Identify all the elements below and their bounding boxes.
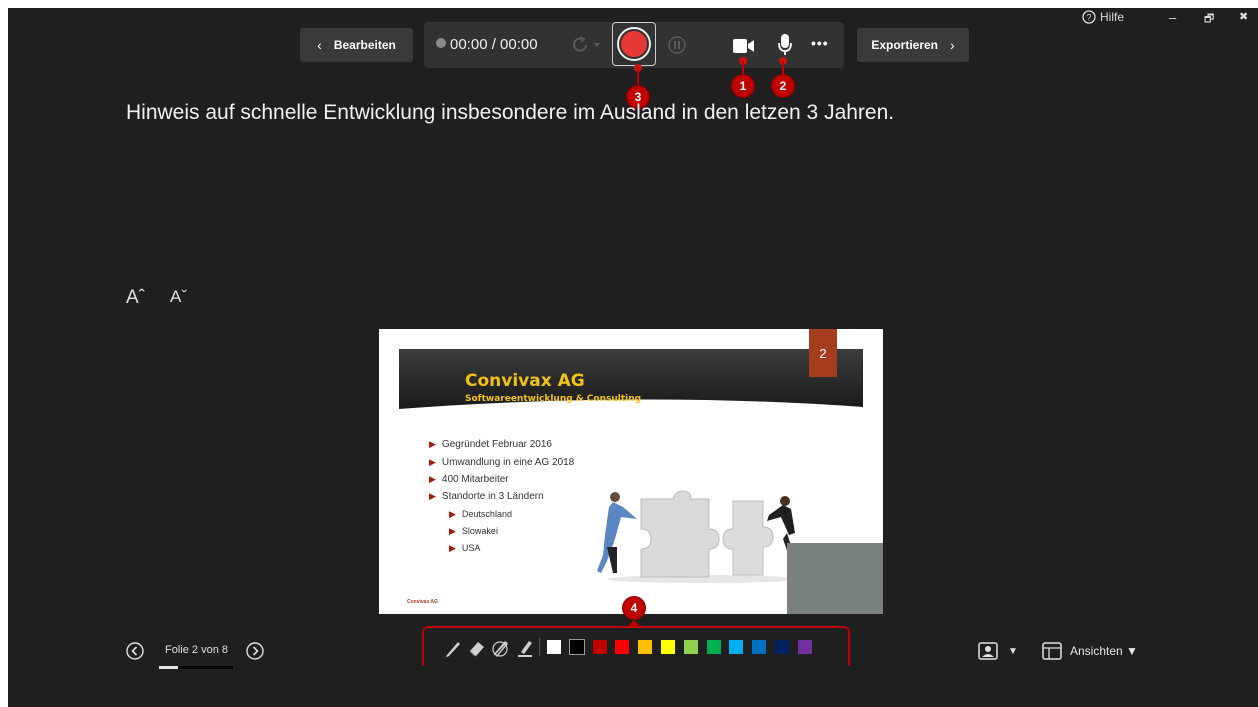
- slide-bullet: ▶ Standorte in 3 Ländern: [429, 491, 544, 502]
- next-slide-button[interactable]: [246, 642, 264, 660]
- ink-color-swatch[interactable]: [614, 639, 630, 655]
- ink-color-swatch[interactable]: [637, 639, 653, 655]
- callout-2: 2: [772, 75, 794, 97]
- slide-preview: 2 Convivax AG Softwareentwicklung & Cons…: [379, 329, 883, 614]
- callout-1: 1: [732, 75, 754, 97]
- slide-number-badge: 2: [809, 329, 837, 377]
- help-label: Hilfe: [1100, 10, 1125, 24]
- previous-slide-button[interactable]: [126, 642, 144, 660]
- minimize-button[interactable]: –: [1169, 10, 1176, 25]
- camera-view-toggle[interactable]: ▼: [978, 642, 1018, 660]
- record-icon: [621, 31, 647, 57]
- ink-color-swatch[interactable]: [569, 639, 585, 655]
- slide-bullet: ▶ Umwandlung in eine AG 2018: [429, 457, 575, 468]
- ink-color-swatch[interactable]: [706, 639, 722, 655]
- speaker-notes: Hinweis auf schnelle Entwicklung insbeso…: [126, 101, 895, 124]
- slide-bullet: ▶ 400 Mitarbeiter: [429, 474, 509, 485]
- microphone-icon[interactable]: [777, 33, 793, 57]
- help-button[interactable]: ? Hilfe: [1082, 10, 1124, 24]
- slide-progress-track: [159, 666, 233, 669]
- export-label: Exportieren: [871, 38, 938, 52]
- callout-4: 4: [623, 597, 645, 619]
- chevron-right-icon: ›: [950, 37, 955, 53]
- pen-icon[interactable]: [444, 638, 464, 658]
- help-icon: ?: [1082, 10, 1096, 24]
- ink-color-swatch[interactable]: [751, 639, 767, 655]
- retake-icon[interactable]: [570, 36, 602, 54]
- slide-tagline: Softwareentwicklung & Consulting: [465, 394, 642, 404]
- camera-view-icon: [978, 642, 998, 660]
- close-button[interactable]: ✖: [1239, 10, 1248, 23]
- views-label: Ansichten ▼: [1070, 644, 1138, 658]
- increase-font-button[interactable]: Aˆ: [126, 287, 145, 309]
- record-button[interactable]: [612, 22, 656, 66]
- restore-button[interactable]: 🗗: [1204, 10, 1214, 29]
- ink-color-swatch[interactable]: [797, 639, 813, 655]
- pause-icon[interactable]: [668, 36, 686, 54]
- ink-color-swatch[interactable]: [728, 639, 744, 655]
- erase-all-icon[interactable]: [491, 638, 511, 658]
- recording-window: ? Hilfe – 🗗 ✖ ‹ Bearbeiten 00:00 / 00:00…: [8, 8, 1258, 707]
- ink-toolbar-divider: [539, 638, 540, 656]
- camera-icon[interactable]: [732, 37, 756, 55]
- ink-color-swatch[interactable]: [660, 639, 676, 655]
- timer: 00:00 / 00:00: [450, 36, 538, 53]
- webcam-preview: [787, 543, 883, 614]
- slide-sub-bullet: ▶ USA: [449, 543, 481, 553]
- svg-text:?: ?: [1086, 13, 1091, 23]
- views-menu-button[interactable]: Ansichten ▼: [1042, 642, 1138, 660]
- layout-icon: [1042, 642, 1062, 660]
- edit-button[interactable]: ‹ Bearbeiten: [300, 28, 413, 62]
- edit-label: Bearbeiten: [333, 38, 396, 52]
- ink-color-swatch[interactable]: [592, 639, 608, 655]
- callout-3-line: [637, 68, 639, 88]
- ink-color-swatch[interactable]: [546, 639, 562, 655]
- ink-color-swatch[interactable]: [683, 639, 699, 655]
- highlighter-icon[interactable]: [515, 638, 535, 658]
- chevron-down-icon: ▼: [1008, 645, 1018, 657]
- decrease-font-button[interactable]: Aˇ: [170, 287, 187, 307]
- record-ring: [617, 27, 651, 61]
- slide-progress-fill: [159, 666, 178, 669]
- slide-sub-bullet: ▶ Deutschland: [449, 509, 512, 519]
- slide-bullet: ▶ Gegründet Februar 2016: [429, 439, 552, 450]
- callout-4-pointer: [627, 620, 641, 627]
- slide-footer: Convivax AG: [407, 599, 438, 605]
- puzzle-illustration: [597, 490, 799, 583]
- slide-company-name: Convivax AG: [465, 371, 585, 391]
- recording-status-dot: [436, 38, 446, 48]
- slide-counter: Folie 2 von 8: [165, 644, 228, 656]
- chevron-left-icon: ‹: [317, 37, 322, 53]
- eraser-icon[interactable]: [467, 638, 487, 658]
- export-button[interactable]: Exportieren ›: [857, 28, 969, 62]
- slide-sub-bullet: ▶ Slowakei: [449, 526, 498, 536]
- ink-color-swatch[interactable]: [774, 639, 790, 655]
- more-options-button[interactable]: •••: [811, 35, 829, 51]
